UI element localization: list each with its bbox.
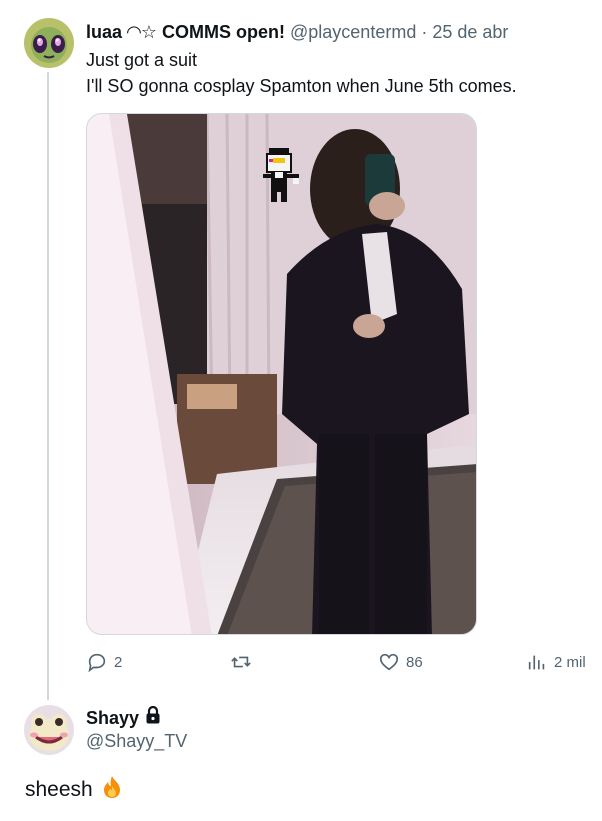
author-name[interactable]: luaa ◠☆ COMMS open! [86,22,285,42]
tweet-header: luaa ◠☆ COMMS open! @playcentermd · 25 d… [86,20,508,44]
reply-text: sheesh [25,778,93,801]
tweet-date[interactable]: 25 de abr [432,22,508,42]
views-count: 2 mil [554,653,586,671]
reply-author-name[interactable]: Shayy [86,706,139,730]
lock-icon [145,705,161,730]
like-count: 86 [406,653,423,671]
tweet-actions: 2 86 2 mil [0,651,602,679]
reply-author-avatar[interactable] [24,705,74,755]
tweet-photo[interactable] [86,113,477,635]
author-avatar[interactable] [24,18,74,68]
retweet-icon [231,656,251,668]
reply-header: Shayy [86,705,161,730]
reply-count: 2 [114,653,123,671]
heart-icon [379,653,399,671]
tweet-text-line: Just got a suit [86,50,198,70]
reply-icon [88,653,106,673]
like-button[interactable]: 86 [378,651,423,673]
reply-author-name-row: Shayy [86,705,161,730]
reply-button[interactable]: 2 [86,651,122,673]
fire-icon [99,774,125,806]
thread-connector-line [47,72,49,700]
thread-view: luaa ◠☆ COMMS open! @playcentermd · 25 d… [0,0,602,821]
author-handle[interactable]: @playcentermd [290,22,416,42]
reply-author-handle[interactable]: @Shayy_TV [86,731,187,752]
separator-dot: · [421,22,428,42]
retweet-button[interactable] [230,651,258,673]
tweet-text: Just got a suit I'll SO gonna cosplay Sp… [86,47,517,99]
tweet-text-line: I'll SO gonna cosplay Spamton when June … [86,76,517,96]
views-button[interactable]: 2 mil [526,651,586,673]
views-chart-icon [528,655,545,670]
reply-text-row: sheesh [25,774,125,806]
